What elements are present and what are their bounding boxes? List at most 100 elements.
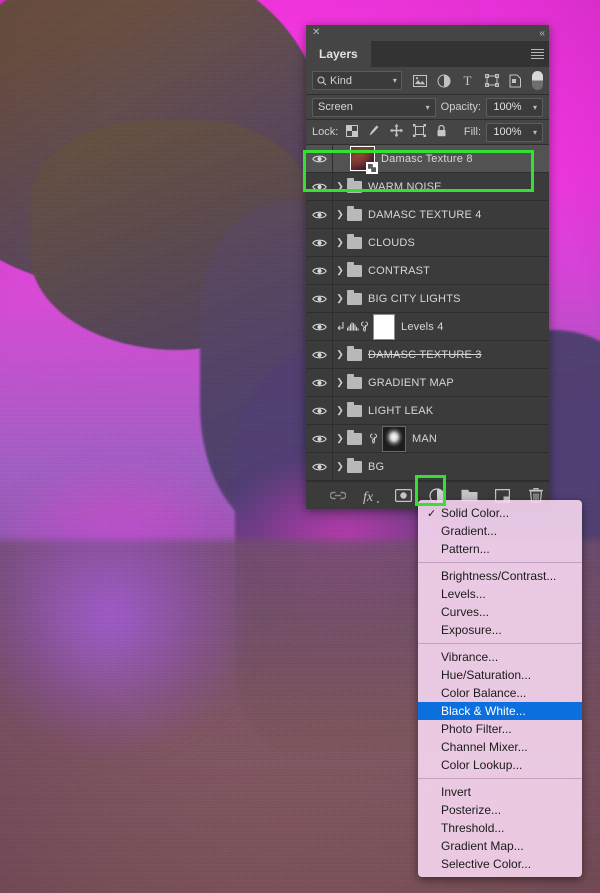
filter-toggle-switch[interactable] <box>531 71 543 90</box>
layer-row[interactable]: ❯ MAN <box>306 425 549 453</box>
menu-item[interactable]: Levels... <box>418 585 582 603</box>
menu-item[interactable]: Black & White... <box>418 702 582 720</box>
tab-layers[interactable]: Layers <box>306 41 371 67</box>
layer-row[interactable]: ❯ DAMASC TEXTURE 4 <box>306 201 549 229</box>
menu-item[interactable]: Color Balance... <box>418 684 582 702</box>
layer-expand-arrow-icon[interactable]: ❯ <box>333 349 347 360</box>
layer-name[interactable]: DAMASC TEXTURE 3 <box>368 349 482 361</box>
fill-value[interactable]: 100% <box>486 122 528 142</box>
layer-row[interactable]: ❯ CONTRAST <box>306 257 549 285</box>
lock-artboard-nesting-icon[interactable] <box>413 124 427 140</box>
layer-name[interactable]: MAN <box>412 433 437 445</box>
panel-menu-icon[interactable] <box>525 41 549 67</box>
layers-panel[interactable]: ✕ « Layers Kind ▾ T Screen ▾ Opacity: 10… <box>306 25 549 509</box>
menu-item[interactable]: Pattern... <box>418 540 582 558</box>
menu-item[interactable]: Channel Mixer... <box>418 738 582 756</box>
menu-item[interactable]: Curves... <box>418 603 582 621</box>
lock-transparent-pixels-icon[interactable] <box>346 124 359 140</box>
layer-visibility-icon[interactable] <box>306 322 332 332</box>
layer-expand-arrow-icon[interactable]: ❯ <box>333 265 347 276</box>
layer-row[interactable]: ❯ BG <box>306 453 549 481</box>
layer-expand-arrow-icon[interactable]: ❯ <box>333 405 347 416</box>
close-icon[interactable]: ✕ <box>312 28 320 38</box>
menu-item[interactable]: Photo Filter... <box>418 720 582 738</box>
layer-row[interactable]: ❯ WARM NOISE <box>306 173 549 201</box>
layer-name[interactable]: GRADIENT MAP <box>368 377 454 389</box>
layer-name[interactable]: BG <box>368 461 384 473</box>
layer-visibility-icon[interactable] <box>306 210 332 220</box>
layer-mask-thumbnail[interactable] <box>382 425 406 452</box>
layer-name[interactable]: Damasc Texture 8 <box>381 153 473 165</box>
menu-item[interactable]: Brightness/Contrast... <box>418 567 582 585</box>
shape-layer-filter-icon[interactable] <box>480 70 504 92</box>
layer-name[interactable]: CLOUDS <box>368 237 415 249</box>
layer-row[interactable]: ❯ DAMASC TEXTURE 3 <box>306 341 549 369</box>
layer-visibility-icon[interactable] <box>306 434 332 444</box>
layer-visibility-icon[interactable] <box>306 266 332 276</box>
layer-visibility-icon[interactable] <box>306 154 332 164</box>
layer-name[interactable]: BIG CITY LIGHTS <box>368 293 461 305</box>
menu-item[interactable]: Posterize... <box>418 801 582 819</box>
layer-visibility-icon[interactable] <box>306 350 332 360</box>
adjustment-layer-filter-icon[interactable] <box>432 70 456 92</box>
menu-item[interactable]: Threshold... <box>418 819 582 837</box>
menu-item-label: Hue/Saturation... <box>441 668 532 682</box>
collapse-panel-icon[interactable]: « <box>539 28 544 39</box>
layer-style-fx-icon[interactable]: fx <box>362 487 380 505</box>
lock-image-pixels-icon[interactable] <box>368 124 380 140</box>
link-mask-icon[interactable] <box>359 320 371 333</box>
layer-visibility-icon[interactable] <box>306 182 332 192</box>
layer-visibility-icon[interactable] <box>306 378 332 388</box>
pixel-layer-filter-icon[interactable] <box>408 70 432 92</box>
menu-item[interactable]: Hue/Saturation... <box>418 666 582 684</box>
layer-row[interactable]: ❯ LIGHT LEAK <box>306 397 549 425</box>
layer-expand-arrow-icon[interactable]: ❯ <box>333 181 347 192</box>
menu-item[interactable]: Gradient... <box>418 522 582 540</box>
layer-visibility-icon[interactable] <box>306 294 332 304</box>
layer-row[interactable]: Levels 4 <box>306 313 549 341</box>
layer-thumbnail[interactable] <box>350 146 378 174</box>
menu-item[interactable]: Vibrance... <box>418 648 582 666</box>
type-layer-filter-icon[interactable]: T <box>456 70 480 92</box>
layer-row[interactable]: ❯ BIG CITY LIGHTS <box>306 285 549 313</box>
blend-mode-select[interactable]: Screen ▾ <box>312 97 436 117</box>
layer-visibility-icon[interactable] <box>306 238 332 248</box>
link-layers-icon[interactable] <box>329 487 347 505</box>
opacity-stepper-icon[interactable]: ▾ <box>528 97 543 117</box>
lock-all-icon[interactable] <box>436 124 447 140</box>
menu-item[interactable]: Color Lookup... <box>418 756 582 774</box>
layer-name[interactable]: Levels 4 <box>401 321 444 333</box>
menu-item[interactable]: Selective Color... <box>418 855 582 873</box>
layer-row[interactable]: Damasc Texture 8 <box>306 145 549 174</box>
lock-label: Lock: <box>312 126 339 138</box>
menu-item[interactable]: Exposure... <box>418 621 582 639</box>
layer-expand-arrow-icon[interactable]: ❯ <box>333 461 347 472</box>
layer-name[interactable]: DAMASC TEXTURE 4 <box>368 209 482 221</box>
menu-item[interactable]: Gradient Map... <box>418 837 582 855</box>
new-adjustment-layer-menu[interactable]: ✓ Solid Color... Gradient... Pattern... Brig… <box>418 500 582 877</box>
layer-visibility-icon[interactable] <box>306 462 332 472</box>
layer-expand-arrow-icon[interactable]: ❯ <box>333 433 347 444</box>
layer-visibility-icon[interactable] <box>306 406 332 416</box>
layer-list[interactable]: Damasc Texture 8 ❯ WARM NOISE ❯ DAMASC TEXTU… <box>306 145 549 481</box>
menu-item[interactable]: Invert <box>418 783 582 801</box>
adjustment-mask-thumbnail[interactable] <box>373 313 395 340</box>
layer-expand-arrow-icon[interactable]: ❯ <box>333 237 347 248</box>
layer-name[interactable]: LIGHT LEAK <box>368 405 433 417</box>
layer-name[interactable]: CONTRAST <box>368 265 430 277</box>
layer-expand-arrow-icon[interactable]: ❯ <box>333 377 347 388</box>
link-mask-icon[interactable] <box>368 432 380 445</box>
add-layer-mask-icon[interactable] <box>395 487 413 505</box>
fill-stepper-icon[interactable]: ▾ <box>528 122 543 142</box>
lock-position-icon[interactable] <box>390 124 404 140</box>
opacity-value[interactable]: 100% <box>486 97 528 117</box>
filter-kind-select[interactable]: Kind ▾ <box>312 71 402 90</box>
layer-name[interactable]: WARM NOISE <box>368 181 442 193</box>
layer-expand-arrow-icon[interactable]: ❯ <box>333 293 347 304</box>
layer-row[interactable]: ❯ GRADIENT MAP <box>306 369 549 397</box>
layer-expand-arrow-icon[interactable]: ❯ <box>333 209 347 220</box>
layer-row[interactable]: ❯ CLOUDS <box>306 229 549 257</box>
menu-separator <box>418 643 582 644</box>
smart-object-filter-icon[interactable] <box>504 70 528 92</box>
menu-item[interactable]: ✓ Solid Color... <box>418 504 582 522</box>
